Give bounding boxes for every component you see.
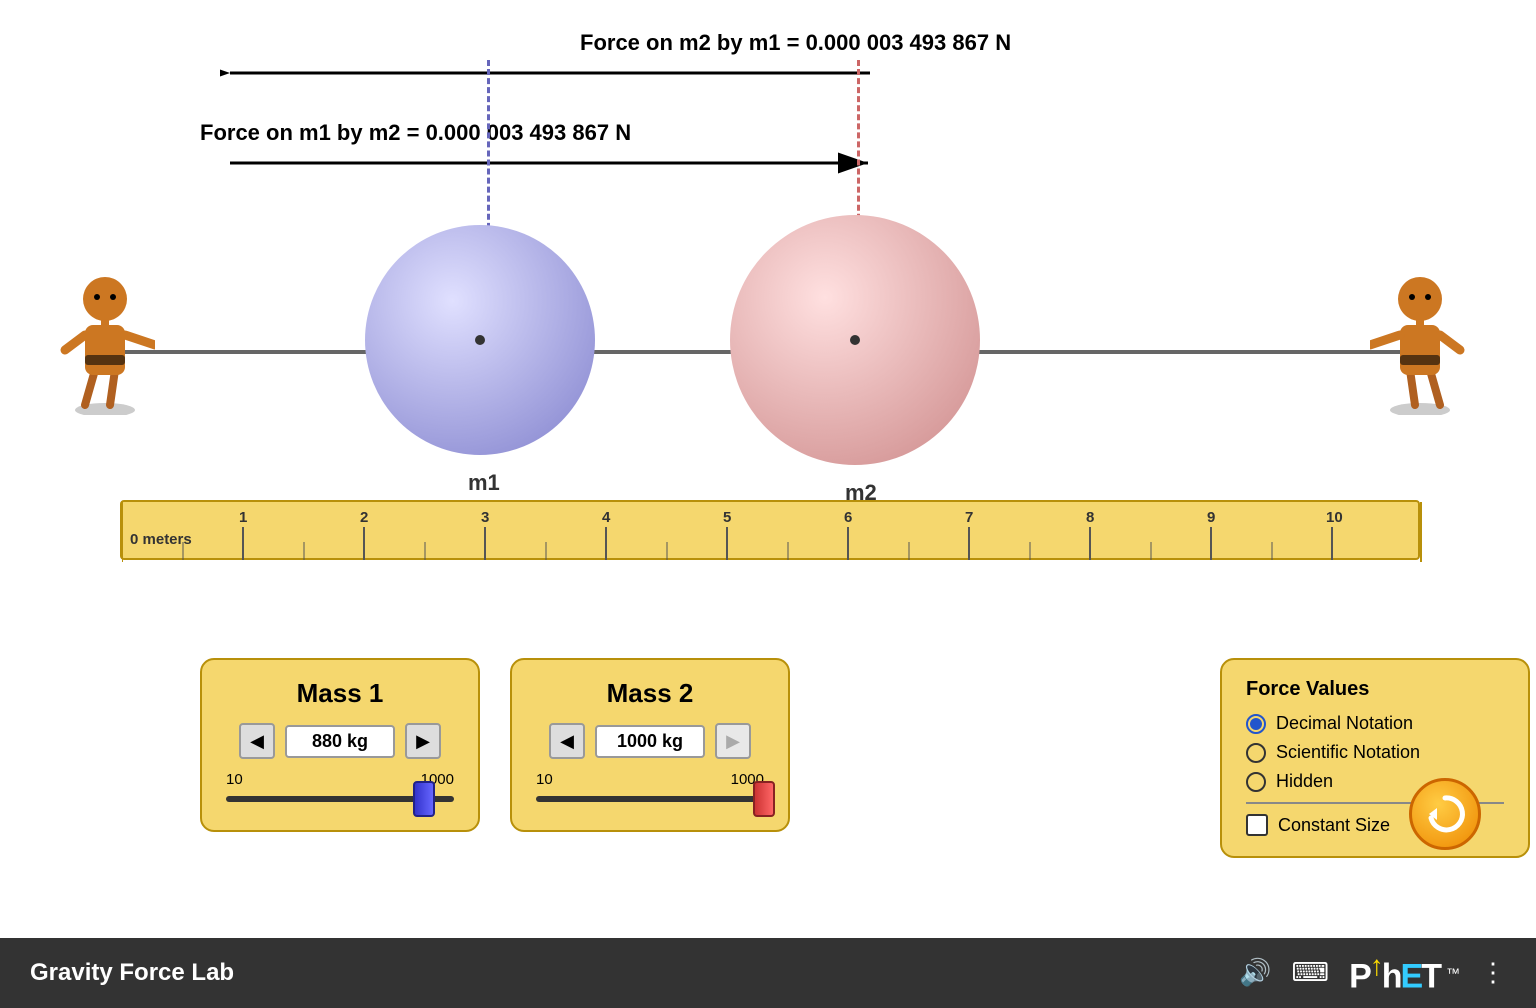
svg-text:0 meters: 0 meters: [130, 531, 192, 548]
mass1-increase-button[interactable]: ▶: [405, 723, 441, 759]
mass1-value: 880 kg: [285, 725, 395, 758]
mass2-slider-thumb[interactable]: [753, 781, 775, 817]
bottom-bar: Gravity Force Lab 🔊 ⌨ P↑hET ™ ⋮: [0, 938, 1536, 1008]
scientific-notation-radio[interactable]: [1246, 743, 1266, 763]
figure-right: [1370, 255, 1470, 420]
mass1-decrease-button[interactable]: ◀: [239, 723, 275, 759]
sphere-m2[interactable]: [730, 215, 980, 465]
phet-logo: P↑hET ™: [1349, 950, 1460, 996]
mass1-slider-thumb[interactable]: [413, 781, 435, 817]
bottom-icons: 🔊 ⌨ P↑hET ™ ⋮: [1239, 950, 1506, 996]
constant-size-label: Constant Size: [1278, 815, 1390, 836]
decimal-notation-option[interactable]: Decimal Notation: [1246, 713, 1504, 734]
mass2-control-row: ◀ 1000 kg ▶: [536, 723, 764, 759]
mass2-value: 1000 kg: [595, 725, 705, 758]
mass2-panel: Mass 2 ◀ 1000 kg ▶ 10 1000: [510, 658, 790, 832]
svg-text:3: 3: [481, 509, 489, 526]
svg-text:7: 7: [965, 509, 973, 526]
force-arrow-m1: [220, 145, 880, 181]
phet-text: P↑hET: [1349, 950, 1440, 996]
center-dot-m2: [850, 335, 860, 345]
constant-size-checkbox[interactable]: [1246, 814, 1268, 836]
decimal-notation-label: Decimal Notation: [1276, 713, 1413, 734]
menu-dots-icon[interactable]: ⋮: [1480, 957, 1506, 988]
force-values-panel: Force Values Decimal Notation Scientific…: [1220, 658, 1530, 858]
hidden-label: Hidden: [1276, 771, 1333, 792]
svg-text:10: 10: [1326, 509, 1343, 526]
reset-button[interactable]: [1409, 778, 1481, 850]
ruler: 0 meters 1 2 3 4 5 6 7 8 9 10: [120, 500, 1420, 560]
mass2-increase-button[interactable]: ▶: [715, 723, 751, 759]
mass2-slider-track[interactable]: [536, 796, 764, 802]
hidden-radio[interactable]: [1246, 772, 1266, 792]
simulation-area: Force on m2 by m1 = 0.000 003 493 867 N …: [0, 0, 1536, 938]
scientific-notation-option[interactable]: Scientific Notation: [1246, 742, 1504, 763]
mass2-min-label: 10: [536, 771, 553, 788]
svg-text:1: 1: [239, 509, 247, 526]
force-values-title: Force Values: [1246, 678, 1504, 701]
center-dot-m1: [475, 335, 485, 345]
m1-label: m1: [468, 470, 500, 496]
svg-text:8: 8: [1086, 509, 1094, 526]
svg-text:5: 5: [723, 509, 731, 526]
mass2-slider-labels: 10 1000: [536, 771, 764, 788]
keyboard-icon[interactable]: ⌨: [1292, 957, 1330, 988]
force-on-m1-label: Force on m1 by m2 = 0.000 003 493 867 N: [200, 120, 631, 146]
scientific-notation-label: Scientific Notation: [1276, 742, 1420, 763]
controls-area: Mass 1 ◀ 880 kg ▶ 10 1000 Mass 2 ◀ 1: [200, 658, 1530, 858]
sphere-m1[interactable]: [365, 225, 595, 455]
force-on-m2-label: Force on m2 by m1 = 0.000 003 493 867 N: [580, 30, 1011, 56]
svg-text:6: 6: [844, 509, 852, 526]
mass2-decrease-button[interactable]: ◀: [549, 723, 585, 759]
figure-left: [55, 255, 155, 420]
phet-tm: ™: [1446, 965, 1460, 981]
force-arrow-m2: [220, 55, 880, 91]
svg-text:4: 4: [602, 509, 611, 526]
sound-icon[interactable]: 🔊: [1239, 957, 1271, 988]
mass1-slider-container: 10 1000: [226, 771, 454, 802]
decimal-notation-radio[interactable]: [1246, 714, 1266, 734]
app-title: Gravity Force Lab: [30, 959, 234, 987]
mass2-slider-container: 10 1000: [536, 771, 764, 802]
mass1-min-label: 10: [226, 771, 243, 788]
mass1-control-row: ◀ 880 kg ▶: [226, 723, 454, 759]
mass1-slider-track[interactable]: [226, 796, 454, 802]
svg-text:2: 2: [360, 509, 368, 526]
mass1-panel: Mass 1 ◀ 880 kg ▶ 10 1000: [200, 658, 480, 832]
svg-text:9: 9: [1207, 509, 1215, 526]
mass1-title: Mass 1: [226, 678, 454, 709]
mass2-title: Mass 2: [536, 678, 764, 709]
